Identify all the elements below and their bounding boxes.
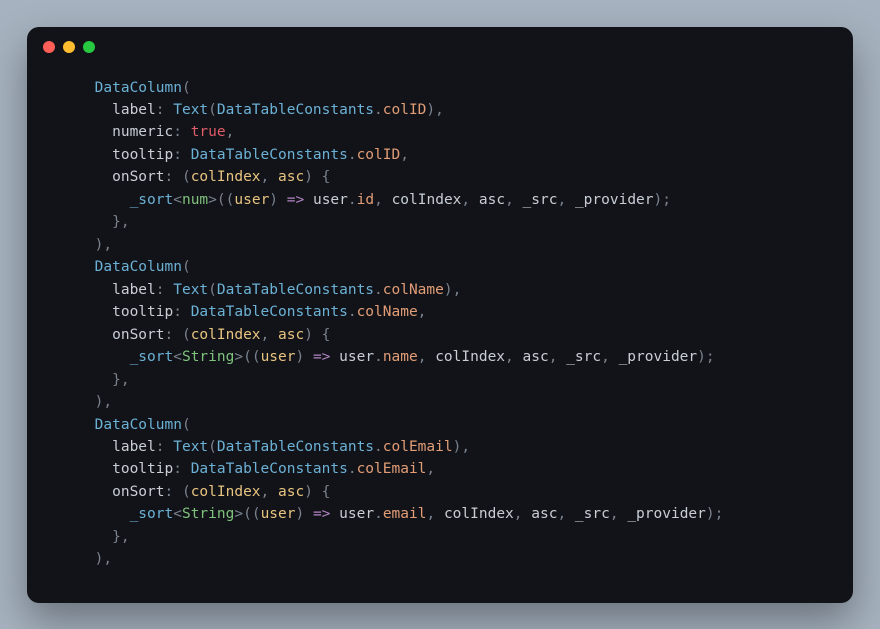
tok-onsort: onSort bbox=[112, 169, 164, 185]
indent bbox=[51, 372, 112, 388]
indent bbox=[51, 461, 112, 477]
indent bbox=[51, 551, 95, 567]
tok-user: user bbox=[234, 192, 269, 208]
code-window: DataColumn( label: Text(DataTableConstan… bbox=[27, 27, 853, 603]
tok-colid: colID bbox=[383, 102, 427, 118]
tok-colemail: colEmail bbox=[383, 439, 453, 455]
window-titlebar bbox=[27, 27, 853, 67]
tok-id: id bbox=[357, 192, 374, 208]
indent bbox=[51, 237, 95, 253]
indent bbox=[51, 147, 112, 163]
tok-const: DataTableConstants bbox=[217, 102, 374, 118]
indent bbox=[51, 102, 112, 118]
zoom-icon[interactable] bbox=[83, 41, 95, 53]
tok-provider: _provider bbox=[575, 192, 654, 208]
indent bbox=[51, 529, 112, 545]
indent bbox=[51, 169, 112, 185]
indent bbox=[51, 259, 95, 275]
tok-arrow: => bbox=[287, 192, 304, 208]
tok-num: num bbox=[182, 192, 208, 208]
indent bbox=[51, 417, 95, 433]
tok-colindex: colIndex bbox=[191, 169, 261, 185]
tok-label: label bbox=[112, 102, 156, 118]
tok-true: true bbox=[191, 124, 226, 140]
tok-src: _src bbox=[523, 192, 558, 208]
indent bbox=[51, 80, 95, 96]
close-icon[interactable] bbox=[43, 41, 55, 53]
indent bbox=[51, 484, 112, 500]
indent bbox=[51, 214, 112, 230]
indent bbox=[51, 327, 112, 343]
tok-string: String bbox=[182, 349, 234, 365]
tok-colname: colName bbox=[383, 282, 444, 298]
punct-open: ( bbox=[182, 80, 191, 96]
tok-numeric: numeric bbox=[112, 124, 173, 140]
tok-tooltip: tooltip bbox=[112, 147, 173, 163]
indent bbox=[51, 304, 112, 320]
code-content: DataColumn( label: Text(DataTableConstan… bbox=[27, 67, 853, 603]
indent bbox=[51, 439, 112, 455]
tok-text: Text bbox=[173, 102, 208, 118]
indent bbox=[51, 349, 130, 365]
minimize-icon[interactable] bbox=[63, 41, 75, 53]
tok-email: email bbox=[383, 506, 427, 522]
tok-datacolumn: DataColumn bbox=[95, 80, 182, 96]
tok-asc: asc bbox=[278, 169, 304, 185]
tok-name: name bbox=[383, 349, 418, 365]
indent bbox=[51, 192, 130, 208]
indent bbox=[51, 394, 95, 410]
indent bbox=[51, 506, 130, 522]
indent bbox=[51, 282, 112, 298]
tok-sort: _sort bbox=[130, 192, 174, 208]
indent bbox=[51, 124, 112, 140]
